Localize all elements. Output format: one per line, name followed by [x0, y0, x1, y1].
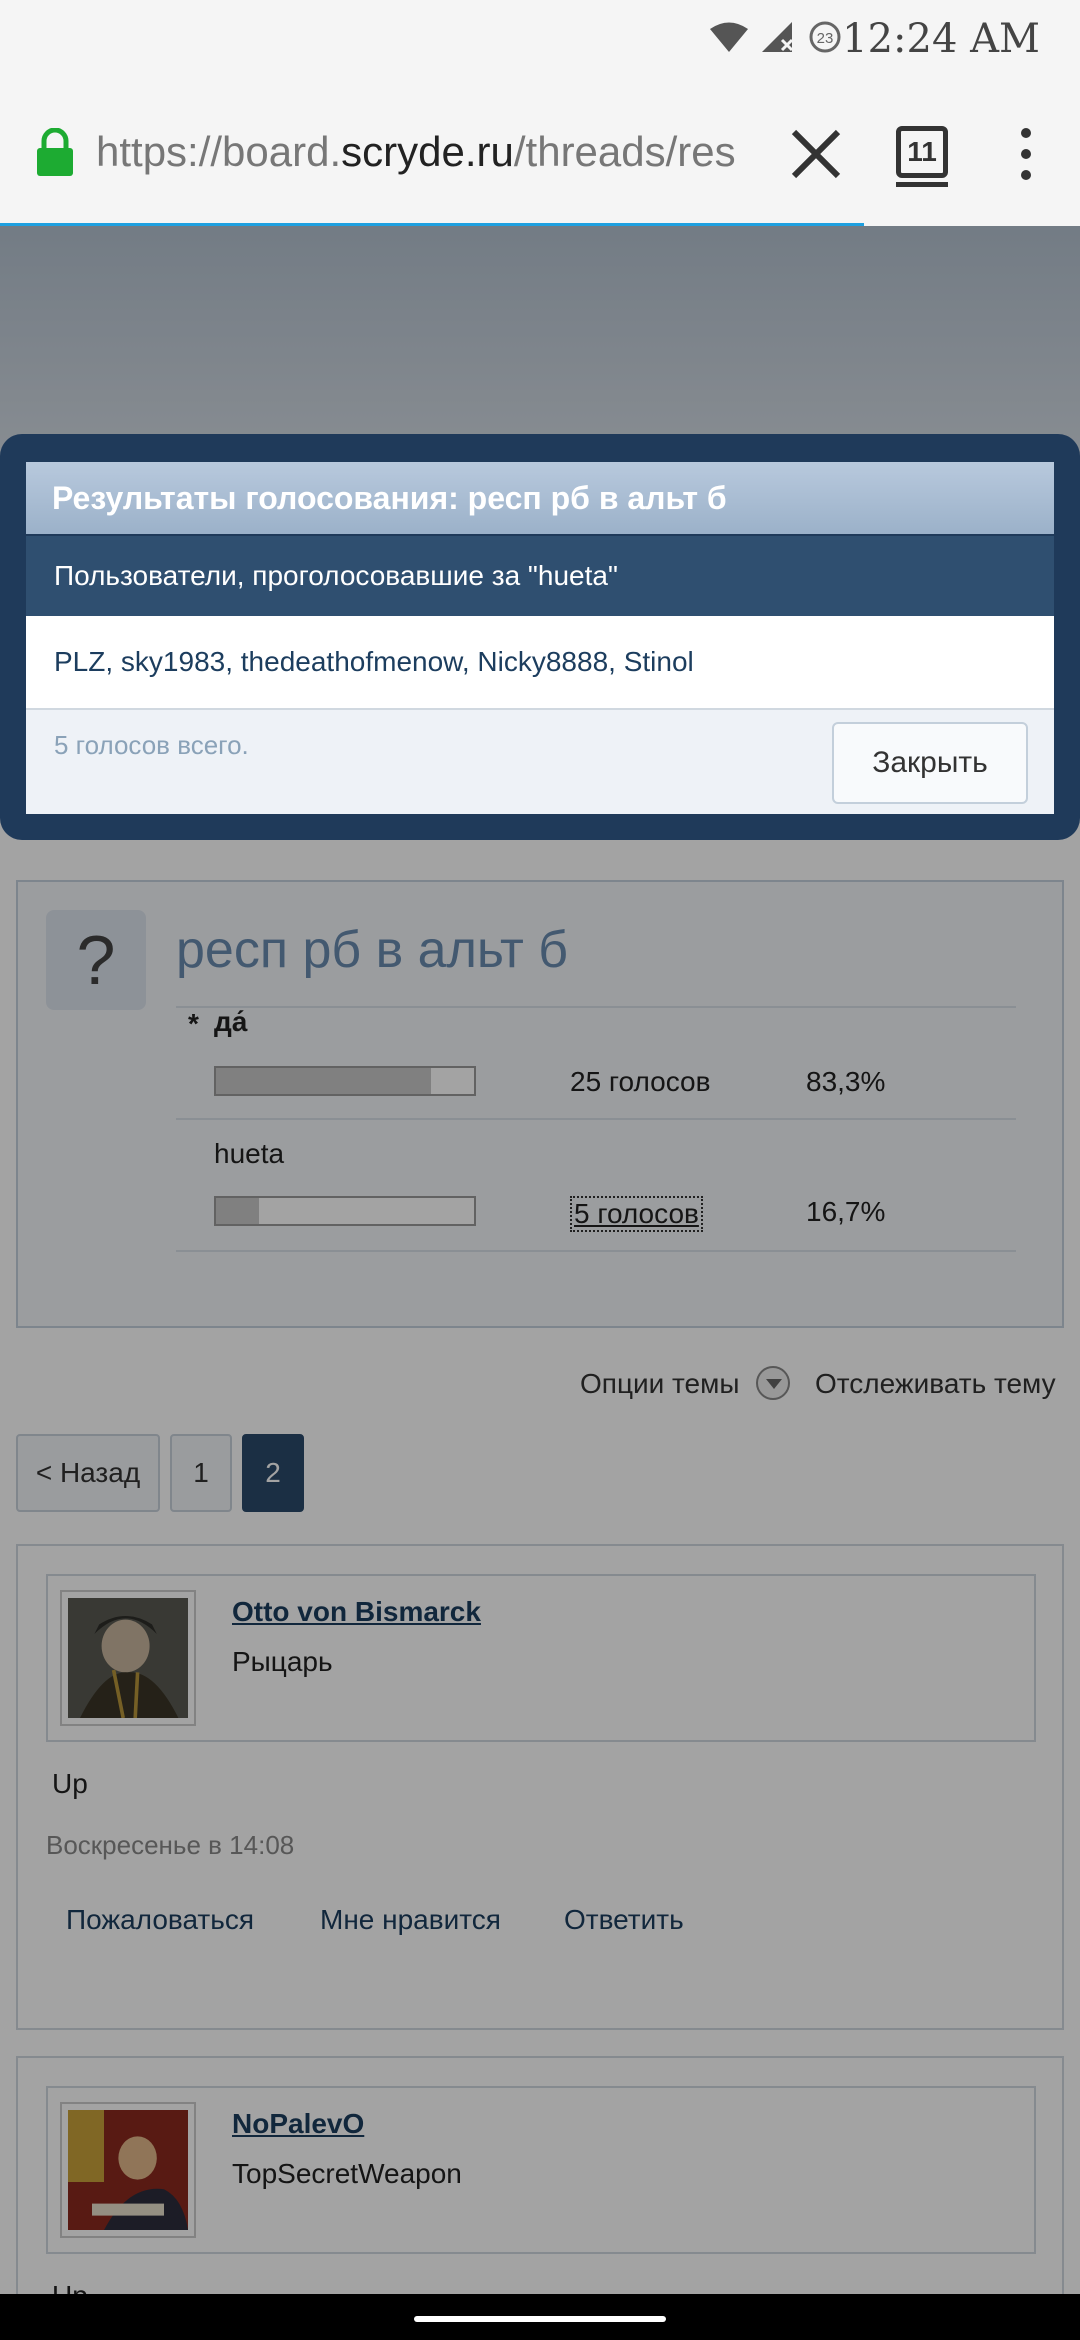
tab-switcher-button[interactable]: 11 [896, 126, 948, 187]
close-button[interactable]: Закрыть [832, 722, 1028, 804]
url-field[interactable]: https://board.scryde.ru/threads/res [96, 128, 756, 188]
more-menu-icon[interactable] [1018, 128, 1034, 180]
close-icon[interactable] [786, 124, 846, 184]
tab-count: 11 [907, 136, 937, 167]
browser-toolbar: https://board.scryde.ru/threads/res 11 [0, 80, 1080, 230]
voter-link[interactable]: thedeathofmenow [241, 646, 462, 677]
notification-count: 23 [817, 30, 834, 47]
system-nav-bar [0, 2294, 1080, 2340]
home-gesture-handle[interactable] [414, 2316, 666, 2322]
modal-subtitle: Пользователи, проголосовавшие за "hueta" [26, 536, 1054, 616]
url-scheme: https://board. [96, 128, 342, 175]
cellular-no-signal-icon [762, 22, 794, 52]
voter-link[interactable]: Nicky8888 [477, 646, 608, 677]
modal-title: Результаты голосования: респ рб в альт б [26, 462, 1054, 534]
url-host: scryde.ru [341, 128, 514, 175]
total-votes: 5 голосов всего. [54, 730, 249, 760]
lock-icon [37, 128, 73, 176]
voter-link[interactable]: Stinol [624, 646, 694, 677]
notification-count-icon: 23 [809, 21, 841, 53]
modal-footer: 5 голосов всего. Закрыть [26, 708, 1054, 814]
status-bar: 23 12:24 AM [0, 0, 1080, 80]
voter-link[interactable]: PLZ [54, 646, 105, 677]
wifi-icon [710, 22, 748, 52]
voter-list: PLZ, sky1983, thedeathofmenow, Nicky8888… [26, 616, 1054, 708]
clock: 12:24 AM [842, 16, 1040, 62]
status-icons: 23 [710, 20, 842, 54]
voter-link[interactable]: sky1983 [121, 646, 225, 677]
url-path: /threads/res [513, 128, 736, 175]
